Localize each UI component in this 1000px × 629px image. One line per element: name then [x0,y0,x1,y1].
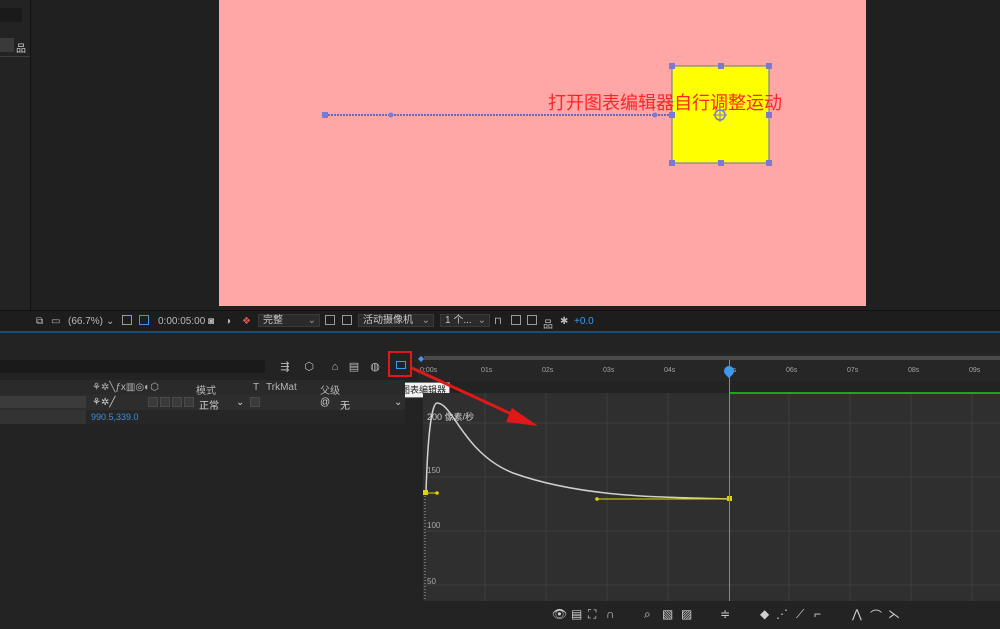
camera-value: 活动摄像机 [363,315,413,326]
ruler-tick: 02s [542,367,554,374]
ruler-tick: 01s [481,367,493,374]
handle-bm [718,160,724,166]
graph-unit-label: 200 像素/秒 [427,412,475,422]
frame-blending-icon[interactable]: ▤ [347,360,361,374]
value-graph [423,392,1000,629]
show-snapshot-icon[interactable]: ◑ [225,316,231,327]
fit-all-icon[interactable]: ▧ [662,607,673,621]
switch-box[interactable] [184,397,194,407]
comp-flowchart-icon[interactable]: ⇶ [278,360,292,374]
resolution-value: 完整 [263,315,283,326]
easy-ease-icon[interactable]: ⋀ [852,607,862,621]
column-trkmat: TrkMat [266,382,297,393]
keyframe-start [423,490,428,495]
snap-icon[interactable]: ∩ [606,607,615,621]
convert-hold-icon[interactable]: ⋰ [776,607,788,621]
annotation-text: 打开图表编辑器自行调整运动 [548,93,782,114]
graph-editor-toolbar: 👁 ▤ ⛶ ∩ ⌕ ▧ ▨ ≑ ◆ ⋰ ⟋ ⌐ ⋀ ⌒ ⋋ [418,601,1000,629]
handle-bl [669,160,675,166]
handle-br [766,160,772,166]
monitor-icon[interactable]: ▭ [51,316,60,327]
transform-box-icon[interactable]: ⛶ [588,607,596,622]
work-area-bar[interactable] [424,356,1000,360]
motion-path-overlay [322,63,772,166]
camera-dropdown[interactable]: 活动摄像机 ⌄ [358,314,434,327]
exposure-value[interactable]: +0.0 [574,316,594,327]
convert-linear-icon[interactable]: ⟋ [796,607,804,622]
timeline-panel: ⇶ ⬡ ⌂ ▤ ◍ 图表编辑器 ⚘✲╲ƒx▥◎◐⬡ 模式 T TrkMat 父级… [0,333,1000,629]
current-time-indicator[interactable] [729,360,730,601]
fit-selection-icon[interactable]: ⌕ [644,607,651,622]
switches-icons: ⚘✲╲ƒx▥◎◐⬡ [92,382,159,393]
always-preview-icon[interactable]: ⧉ [36,316,43,327]
ruler-tick: 04s [664,367,676,374]
y-label-150: 150 [427,466,441,475]
position-value[interactable]: 990.5,339.0 [91,412,139,422]
views-dropdown[interactable]: 1 个... ⌄ [440,314,490,327]
layer-columns-header: ⚘✲╲ƒx▥◎◐⬡ 模式 T TrkMat 父级 [0,380,405,397]
handle-tr [766,63,772,69]
color-channels-icon[interactable]: ❖ [242,316,251,327]
ruler-tick: 08s [908,367,920,374]
grid-guide-icon[interactable]: ⊓ [494,316,502,327]
toggle-transparency-icon[interactable] [342,315,352,325]
viewer-toolbar: ⧉ ▭ (66.7%) ⌄ 0:00:05:00 ◙ ◑ ❖ 完整 ⌄ 活动摄像机… [0,310,1000,331]
y-label-100: 100 [427,521,441,530]
fit-frame-icon[interactable] [122,315,132,325]
resolution-dropdown[interactable]: 完整 ⌄ [258,314,320,327]
column-t: T [253,382,260,393]
ruler-tick: 09s [969,367,981,374]
graph-editor[interactable]: 200 像素/秒 150 100 50 [423,392,1000,629]
fast-preview-icon[interactable] [511,315,521,325]
layer-search-input[interactable] [0,360,265,373]
zoom-dropdown[interactable]: (66.7%) [68,316,103,327]
timecode[interactable]: 0:00:05:00 [158,316,205,327]
shy-layers-icon[interactable]: ⌂ [328,360,342,374]
ruler-tick: 03s [603,367,615,374]
exposure-reset-icon[interactable]: ✱ [560,316,568,327]
ease-out-icon[interactable]: ⋋ [888,607,900,621]
ruler-tick: 07s [847,367,859,374]
flowchart-icon[interactable]: 品 [543,316,553,331]
chevron-down-icon[interactable]: ⌄ [236,397,244,408]
motion-keyframe-start [322,112,328,118]
switch-box[interactable] [172,397,182,407]
graph-grid [423,393,1000,629]
layer-row[interactable]: ⚘✲╱ 正常 ⌄ @ 无 ⌄ [0,395,405,412]
separate-dimensions-icon[interactable]: ≑ [720,607,730,621]
motion-blur-icon[interactable]: ◍ [368,360,382,374]
graph-editor-button[interactable] [388,351,412,377]
layer-switch-icons[interactable]: ⚘✲╱ [92,397,115,408]
chevron-down-icon[interactable]: ⌄ [106,316,114,327]
eye-icon[interactable]: 👁 [552,607,567,621]
handle-tl [669,63,675,69]
snapshot-camera-icon[interactable]: ◙ [208,316,214,327]
position-property-row[interactable]: 990.5,339.0 [0,410,405,424]
auto-bezier-icon[interactable]: ⌐ [814,607,821,621]
chevron-down-icon[interactable]: ⌄ [394,397,402,408]
timeline-icon[interactable] [527,315,537,325]
ruler-tick: 0:00s [420,367,438,374]
work-area-start-icon[interactable]: ◆ [418,354,424,363]
switch-box[interactable] [148,397,158,407]
region-of-interest-icon[interactable] [325,315,335,325]
graph-type-icon[interactable]: ▤ [571,607,582,621]
time-ruler[interactable]: ◆ 0:00s01s02s03s04s05s06s07s08s09s [418,353,1000,381]
handle-tm [718,63,724,69]
ease-in-icon[interactable]: ⌒ [870,607,882,624]
trkmat-box[interactable] [250,397,260,407]
edit-keyframe-icon[interactable]: ◆ [760,607,769,621]
motion-handle-point [388,112,394,118]
transparency-grid-icon[interactable] [139,315,149,325]
property-name-cell [0,410,86,424]
y-label-50: 50 [427,577,436,586]
draft-3d-icon[interactable]: ⬡ [302,360,316,374]
views-value: 1 个... [445,315,472,326]
pickwhip-icon[interactable]: @ [320,397,330,408]
graph-view-icon[interactable]: ▨ [681,607,692,621]
layer-name-cell[interactable] [0,396,86,408]
ruler-tick: 06s [786,367,798,374]
switch-box[interactable] [160,397,170,407]
graph-editor-icon [396,361,406,369]
